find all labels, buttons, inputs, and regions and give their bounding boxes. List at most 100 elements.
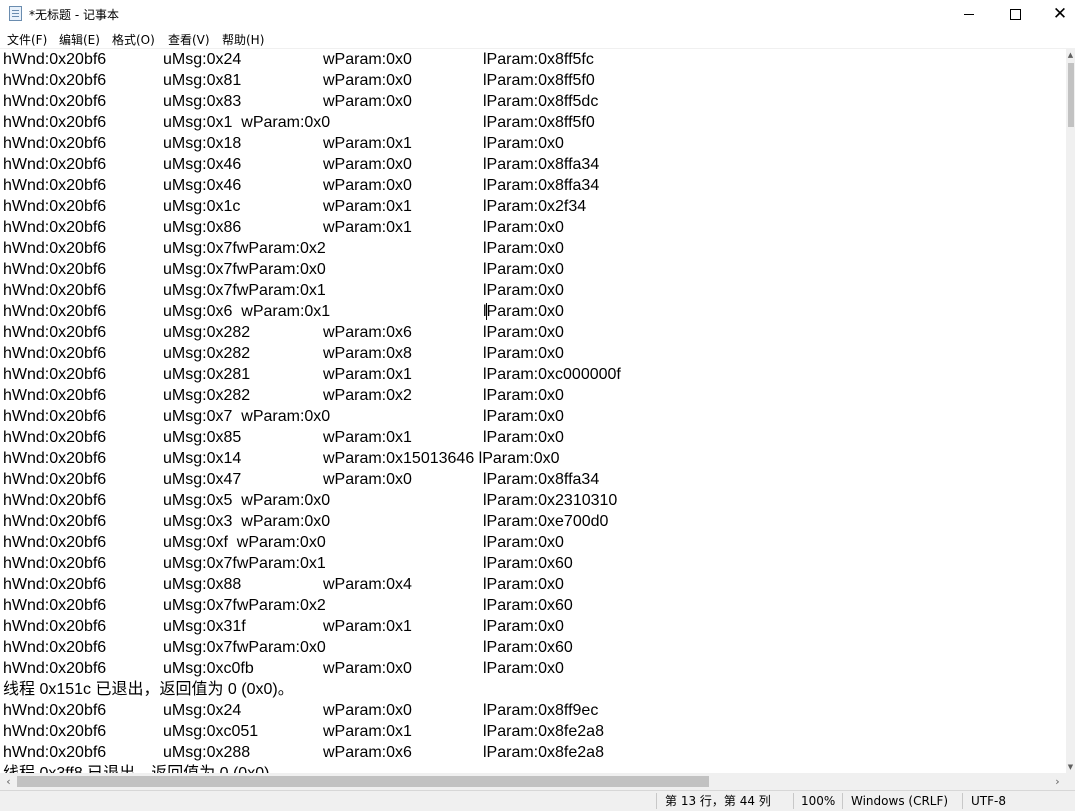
vertical-scrollbar[interactable]: ▲ ▼: [1066, 49, 1075, 773]
text-field-2: wParam:0x4: [323, 576, 412, 593]
text-field-1: uMsg:0x7fwParam:0x1: [163, 282, 326, 299]
text-field-3: lParam:0x2310310: [483, 492, 618, 509]
text-field-0: hWnd:0x20bf6: [3, 303, 107, 320]
text-field-1: uMsg:0xc0fb: [163, 660, 254, 677]
text-field-1: uMsg:0x7fwParam:0x2: [163, 240, 326, 257]
minimize-button[interactable]: [946, 0, 992, 28]
text-field-1: uMsg:0x1 wParam:0x0: [163, 114, 331, 131]
text-field-3: lParam:0x2f34: [483, 198, 587, 215]
text-field-2: wParam:0x0: [323, 93, 412, 110]
text-field-0: hWnd:0x20bf6: [3, 219, 107, 236]
text-field-1: uMsg:0x81: [163, 72, 242, 89]
text-field-3: lParam:0x60: [483, 639, 573, 656]
text-field-2: wParam:0x1: [323, 219, 412, 236]
text-editor[interactable]: hWnd:0x20bf6 uMsg:0x24 wParam:0x0 lParam:0x…: [0, 49, 1066, 773]
menu-help[interactable]: 帮助(H): [222, 31, 264, 48]
text-field-3: lParam:0x8fe2a8: [483, 723, 604, 740]
text-field-0: hWnd:0x20bf6: [3, 177, 107, 194]
text-field-1: uMsg:0x7fwParam:0x1: [163, 555, 326, 572]
menu-edit[interactable]: 编辑(E): [59, 31, 100, 48]
text-field-1: uMsg:0x288: [163, 744, 251, 761]
close-icon: ✕: [1052, 3, 1068, 24]
text-field-1: uMsg:0xc051: [163, 723, 259, 740]
menu-format[interactable]: 格式(O): [112, 31, 155, 48]
text-field-0: hWnd:0x20bf6: [3, 576, 107, 593]
cursor-position: 第 13 行，第 44 列: [665, 794, 771, 808]
scroll-up-icon[interactable]: ▲: [1066, 49, 1075, 61]
text-field-1: uMsg:0xf wParam:0x0: [163, 534, 326, 551]
text-field-2: wParam:0x0: [323, 156, 412, 173]
text-field-0: hWnd:0x20bf6: [3, 513, 107, 530]
text-field-1: uMsg:0x5 wParam:0x0: [163, 492, 331, 509]
scroll-right-icon[interactable]: ›: [1049, 773, 1066, 790]
text-field-3: lParam:0x0: [483, 576, 564, 593]
scroll-left-icon[interactable]: ‹: [0, 773, 17, 790]
status-divider: [842, 793, 843, 809]
text-field-0: hWnd:0x20bf6: [3, 450, 107, 467]
text-field-1: uMsg:0x46: [163, 156, 242, 173]
maximize-icon: [1009, 8, 1021, 20]
status-divider: [962, 793, 963, 809]
text-field-2: wParam:0x1: [323, 366, 412, 383]
text-field-0: hWnd:0x20bf6: [3, 723, 107, 740]
zoom-level: 100%: [801, 794, 836, 808]
status-bar: 第 13 行，第 44 列 100% Windows (CRLF) UTF-8: [0, 790, 1075, 811]
text-field-0: hWnd:0x20bf6: [3, 114, 107, 131]
text-field-0: hWnd:0x20bf6: [3, 492, 107, 509]
text-field-1: uMsg:0x7fwParam:0x0: [163, 639, 326, 656]
text-field-1: uMsg:0x85: [163, 429, 242, 446]
text-field-1: uMsg:0x14: [163, 450, 242, 467]
text-field-3: lParam:0x0: [483, 219, 564, 236]
text-field-2: wParam:0x1: [323, 723, 412, 740]
text-field-0: hWnd:0x20bf6: [3, 135, 107, 152]
scroll-down-icon[interactable]: ▼: [1066, 761, 1075, 773]
vertical-scroll-thumb[interactable]: [1068, 63, 1074, 127]
text-field-1: uMsg:0x6 wParam:0x1: [163, 303, 331, 320]
title-bar[interactable]: *无标题 - 记事本 ✕: [0, 0, 1075, 28]
text-field-3: lParam:0x0: [483, 261, 564, 278]
text-field-2: wParam:0x1: [323, 618, 412, 635]
text-field-1: uMsg:0x3 wParam:0x0: [163, 513, 331, 530]
text-field-0: hWnd:0x20bf6: [3, 702, 107, 719]
menu-view[interactable]: 查看(V): [168, 31, 210, 48]
text-field-3: lParam:0x8ff5fc: [483, 51, 594, 68]
text-field-0: hWnd:0x20bf6: [3, 534, 107, 551]
horizontal-scroll-thumb[interactable]: [17, 776, 709, 787]
text-field-0: hWnd:0x20bf6: [3, 240, 107, 257]
menu-file[interactable]: 文件(F): [7, 31, 47, 48]
text-field-0: hWnd:0x20bf6: [3, 744, 107, 761]
text-field-1: uMsg:0x18: [163, 135, 242, 152]
text-field-3: lParam:0x0: [483, 303, 564, 320]
text-field-2: wParam:0x6: [323, 324, 412, 341]
text-field-1: uMsg:0x46: [163, 177, 242, 194]
text-field-1: uMsg:0x282: [163, 345, 251, 362]
text-field-0: hWnd:0x20bf6: [3, 555, 107, 572]
text-field-2: wParam:0x15013646 lParam:0x0: [323, 450, 560, 467]
text-field-1: uMsg:0x282: [163, 387, 251, 404]
text-field-3: lParam:0x0: [483, 345, 564, 362]
text-field-0: hWnd:0x20bf6: [3, 471, 107, 488]
text-field-3: lParam:0x8ffa34: [483, 177, 600, 194]
text-field-0: hWnd:0x20bf6: [3, 51, 107, 68]
text-field-3: lParam:0x8ff9ec: [483, 702, 599, 719]
horizontal-scrollbar[interactable]: ‹ ›: [0, 773, 1066, 790]
text-field-3: lParam:0x8ffa34: [483, 471, 600, 488]
text-field-0: hWnd:0x20bf6: [3, 408, 107, 425]
text-field-0: hWnd:0x20bf6: [3, 429, 107, 446]
minimize-icon: [964, 13, 974, 15]
text-field-3: lParam:0x60: [483, 555, 573, 572]
text-field-1: uMsg:0x88: [163, 576, 242, 593]
text-field-0: hWnd:0x20bf6: [3, 387, 107, 404]
text-field-0: hWnd:0x20bf6: [3, 345, 107, 362]
text-field-2: wParam:0x8: [323, 345, 412, 362]
maximize-button[interactable]: [992, 0, 1038, 28]
text-field-2: wParam:0x1: [323, 135, 412, 152]
encoding: UTF-8: [971, 794, 1006, 808]
text-field-1: uMsg:0x7 wParam:0x0: [163, 408, 331, 425]
text-field-2: wParam:0x1: [323, 429, 412, 446]
text-field-3: lParam:0x0: [483, 429, 564, 446]
close-button[interactable]: ✕: [1037, 0, 1075, 28]
menu-bar: 文件(F) 编辑(E) 格式(O) 查看(V) 帮助(H): [0, 28, 1075, 49]
text-field-0: hWnd:0x20bf6: [3, 639, 107, 656]
text-field-0: hWnd:0x20bf6: [3, 366, 107, 383]
